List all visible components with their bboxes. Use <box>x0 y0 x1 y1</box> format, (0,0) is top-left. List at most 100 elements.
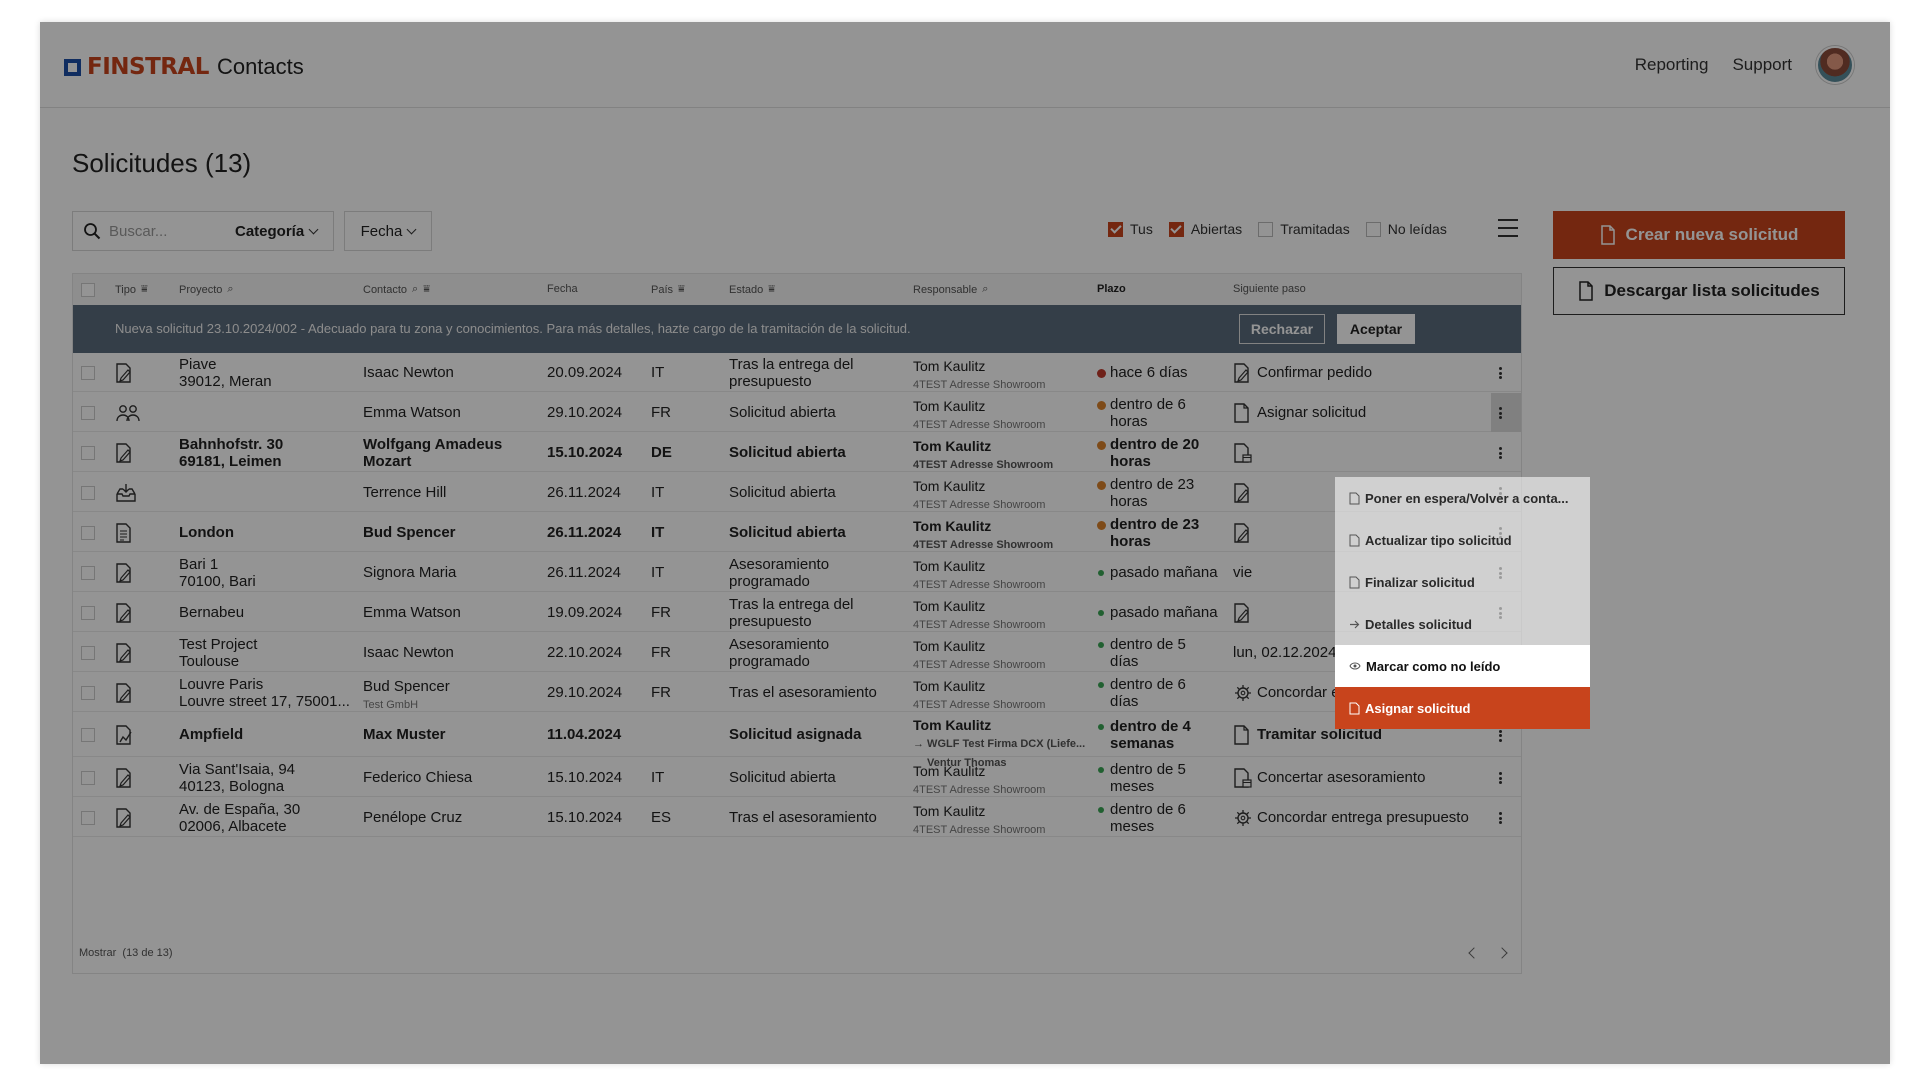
next-step-link[interactable]: Confirmar pedido <box>1257 364 1372 381</box>
table-row[interactable]: Bahnhofstr. 30 69181, Leimen Wolfgang Ama… <box>73 433 1521 472</box>
filter-checkbox[interactable] <box>1108 221 1123 237</box>
status-cell: Asesoramiento programado <box>729 635 830 670</box>
table-row[interactable]: Bari 1 70100, Bari Signora Maria 26.11.20… <box>73 553 1521 592</box>
table-row[interactable]: Via Sant'Isaia, 94 40123, Bologna Federic… <box>73 758 1521 797</box>
row-checkbox[interactable] <box>81 685 95 700</box>
col-estado[interactable]: Estado ⩸ <box>729 283 775 296</box>
filter-checkbox[interactable] <box>1365 221 1381 237</box>
table-row[interactable]: Louvre Paris Louvre street 17, 75001... B… <box>73 673 1521 712</box>
user-avatar[interactable] <box>1816 46 1854 84</box>
logo[interactable]: FINSTRAL Contacts <box>64 54 304 80</box>
table-row[interactable]: Ampfield Max Muster 11.04.2024 Solicitud… <box>73 713 1521 769</box>
menu-item-marcar-como-no-leído[interactable]: Marcar como no leído <box>1335 645 1590 687</box>
row-more-icon[interactable] <box>1499 728 1503 743</box>
table-row[interactable]: Emma Watson 29.10.2024 FR Solicitud abie… <box>73 393 1521 432</box>
menu-item-finalizar-solicitud[interactable]: Finalizar solicitud <box>1335 561 1590 603</box>
date-cell: 26.11.2024 <box>547 523 622 541</box>
col-siguiente-paso[interactable]: Siguiente paso <box>1233 283 1306 295</box>
gear-people-icon <box>1233 683 1253 707</box>
new-request-notice: Nueva solicitud 23.10.2024/002 - Adecuad… <box>73 305 1521 353</box>
row-checkbox[interactable] <box>81 565 95 580</box>
accept-button[interactable]: Aceptar <box>1337 314 1415 344</box>
next-step-link[interactable]: vie <box>1233 564 1252 581</box>
row-checkbox[interactable] <box>81 770 95 785</box>
create-request-button[interactable]: Crear nueva solicitud <box>1553 211 1845 259</box>
top-nav: Reporting Support <box>1635 46 1854 84</box>
list-menu-icon[interactable] <box>1498 219 1518 237</box>
row-more-icon[interactable] <box>1499 771 1503 786</box>
prev-page-icon[interactable] <box>1468 947 1480 959</box>
document-pen-icon <box>115 807 133 832</box>
deadline-cell: dentro de 5 meses <box>1097 761 1217 795</box>
reject-button[interactable]: Rechazar <box>1239 314 1325 344</box>
table-row[interactable]: Av. de España, 30 02006, Albacete Penélop… <box>73 798 1521 837</box>
contact-cell: Terrence Hill <box>363 483 447 501</box>
filter-tus[interactable]: Tus <box>1108 221 1153 237</box>
date-cell: 11.04.2024 <box>547 726 622 743</box>
filter-no-leídas[interactable]: No leídas <box>1365 221 1447 237</box>
col-responsable[interactable]: Responsable ⌕ <box>913 283 988 296</box>
document-calendar-icon <box>1233 767 1253 792</box>
nav-support[interactable]: Support <box>1732 55 1792 75</box>
search-input[interactable] <box>109 222 229 240</box>
next-step-link[interactable]: Asignar solicitud <box>1257 404 1366 421</box>
menu-item-actualizar-tipo-solicitud[interactable]: Actualizar tipo solicitud <box>1335 519 1590 561</box>
table-header: Tipo ⩸ Proyecto ⌕ Contacto ⌕ ⩸ Fecha País ⩸ E… <box>73 274 1521 305</box>
menu-item-detalles-solicitud[interactable]: Detalles solicitud <box>1335 603 1590 645</box>
date-cell: 26.11.2024 <box>547 563 621 581</box>
row-checkbox[interactable] <box>81 645 95 660</box>
status-cell: Tras la entrega del presupuesto <box>729 595 854 630</box>
row-checkbox[interactable] <box>81 728 95 742</box>
table-row[interactable]: Bernabeu Emma Watson 19.09.2024 FR Tras … <box>73 593 1521 632</box>
row-checkbox[interactable] <box>81 365 95 380</box>
row-more-icon[interactable] <box>1499 366 1503 381</box>
document-download-icon <box>1579 281 1594 301</box>
filter-tramitadas[interactable]: Tramitadas <box>1258 221 1350 237</box>
col-pais[interactable]: País ⩸ <box>651 283 685 296</box>
document-add-icon <box>1600 225 1615 245</box>
kebab-active-bg <box>1491 393 1521 432</box>
contact-cell: Penélope Cruz <box>363 808 463 826</box>
document-pen-icon <box>115 767 133 792</box>
row-checkbox[interactable] <box>81 445 95 460</box>
table-row[interactable]: Terrence Hill 26.11.2024 IT Solicitud ab… <box>73 473 1521 512</box>
col-proyecto[interactable]: Proyecto ⌕ <box>179 283 234 296</box>
table-row[interactable]: London Bud Spencer 26.11.2024 IT Solicit… <box>73 513 1521 552</box>
next-step-link[interactable]: lun, 02.12.2024 <box>1233 644 1336 661</box>
row-more-icon[interactable] <box>1499 811 1503 826</box>
filter-checkbox[interactable] <box>1258 221 1274 237</box>
row-checkbox[interactable] <box>81 810 95 825</box>
document-icon <box>1349 702 1360 715</box>
deadline-cell: dentro de 23 horas <box>1097 516 1217 550</box>
filter-checkbox[interactable] <box>1168 221 1184 237</box>
search-icon: ⌕ <box>412 283 419 295</box>
chevron-down-icon <box>406 224 417 234</box>
table-row[interactable]: Test Project Toulouse Isaac Newton 22.10.… <box>73 633 1521 672</box>
filter-abiertas[interactable]: Abiertas <box>1168 221 1242 237</box>
deadline-cell: dentro de 6 meses <box>1097 801 1217 835</box>
download-list-button[interactable]: Descargar lista solicitudes <box>1553 267 1845 315</box>
next-step-link[interactable]: Concordar entrega presupuesto <box>1257 809 1469 826</box>
date-dropdown[interactable]: Fecha <box>344 211 432 251</box>
table-row[interactable]: Piave 39012, Meran Isaac Newton 20.09.202… <box>73 353 1521 392</box>
row-checkbox[interactable] <box>81 485 95 500</box>
nav-reporting[interactable]: Reporting <box>1635 55 1709 75</box>
row-more-icon[interactable] <box>1499 446 1503 461</box>
col-contacto[interactable]: Contacto ⌕ ⩸ <box>363 283 430 296</box>
row-more-icon[interactable] <box>1499 406 1503 421</box>
col-tipo[interactable]: Tipo ⩸ <box>115 283 148 296</box>
menu-item-asignar-solicitud[interactable]: Asignar solicitud <box>1335 687 1590 729</box>
menu-item-poner-en-espera-volver-a-conta[interactable]: Poner en espera/Volver a conta... <box>1335 477 1590 519</box>
filter-label: No leídas <box>1387 221 1447 237</box>
next-step-link[interactable]: Concertar asesoramiento <box>1257 769 1425 786</box>
row-checkbox[interactable] <box>81 405 95 420</box>
date-cell: 15.10.2024 <box>547 443 623 461</box>
row-checkbox[interactable] <box>81 605 95 620</box>
row-checkbox[interactable] <box>81 525 95 540</box>
category-dropdown[interactable]: Categoría <box>235 223 319 240</box>
select-all-checkbox[interactable] <box>81 283 95 297</box>
col-plazo[interactable]: Plazo <box>1097 283 1126 295</box>
next-page-icon[interactable] <box>1496 947 1508 959</box>
logo-square-icon <box>64 58 81 76</box>
col-fecha[interactable]: Fecha <box>547 283 578 295</box>
